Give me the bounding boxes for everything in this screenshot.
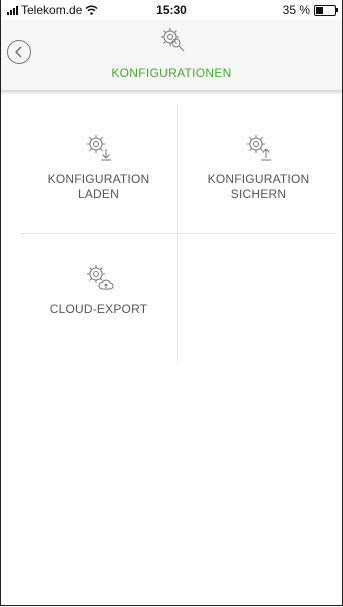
grid-divider-horizontal — [20, 233, 337, 234]
app-screen: Telekom.de 15:30 35 % KONFIGURATIONEN KO… — [0, 0, 343, 606]
gear-cloud-upload-icon — [86, 265, 113, 290]
tile-label-line2: LADEN — [77, 187, 119, 201]
chevron-left-icon — [15, 46, 22, 58]
tile-label: KONFIGURATION SICHERN — [180, 172, 337, 202]
tile-label: CLOUD-EXPORT — [20, 302, 177, 317]
tile-load-configuration[interactable]: KONFIGURATION LADEN — [20, 132, 177, 202]
battery-fill — [316, 6, 323, 14]
gear-download-icon — [86, 135, 111, 161]
tile-label-line1: KONFIGURATION — [47, 172, 150, 186]
battery-percent: 35 % — [282, 3, 310, 17]
tile-label-line1: CLOUD-EXPORT — [49, 302, 148, 316]
back-button[interactable] — [7, 40, 31, 64]
header-bar: KONFIGURATIONEN — [1, 20, 342, 91]
tile-label-line2: SICHERN — [230, 187, 287, 201]
tile-label: KONFIGURATION LADEN — [20, 172, 177, 202]
tile-cloud-export[interactable]: CLOUD-EXPORT — [20, 262, 177, 317]
page-title: KONFIGURATIONEN — [111, 66, 232, 80]
tile-label-line1: KONFIGURATION — [207, 172, 310, 186]
gear-upload-icon — [246, 135, 271, 161]
tile-save-configuration[interactable]: KONFIGURATION SICHERN — [180, 132, 337, 202]
battery-icon — [314, 4, 338, 16]
gear-magnifier-icon — [161, 28, 185, 52]
status-bar: Telekom.de 15:30 35 % — [1, 0, 342, 20]
status-right: 35 % — [282, 3, 338, 17]
